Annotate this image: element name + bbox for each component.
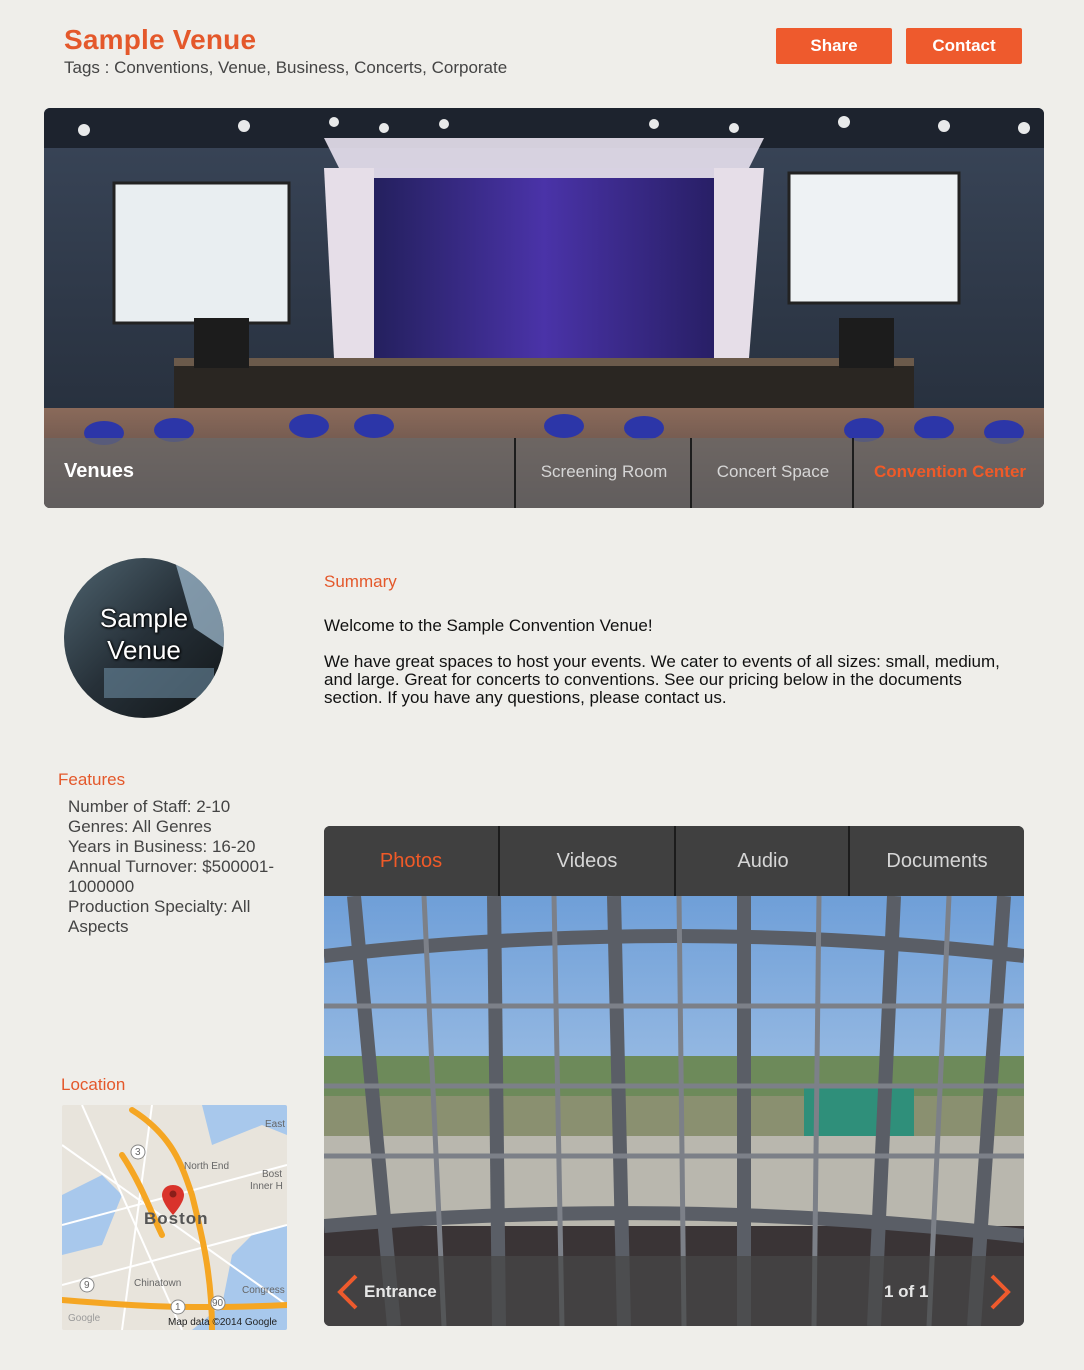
tab-videos[interactable]: Videos	[498, 826, 674, 896]
map-city-label: Boston	[144, 1209, 209, 1228]
tab-audio[interactable]: Audio	[674, 826, 850, 896]
map-route-label: 3	[135, 1147, 141, 1158]
photo-counter: 1 of 1	[884, 1282, 929, 1301]
venue-avatar: Sample Venue	[64, 558, 224, 718]
feature-item: Production Specialty: All Aspects	[68, 897, 251, 936]
map-route-label: 90	[212, 1298, 224, 1309]
features-list: Number of Staff: 2-10 Genres: All Genres…	[68, 797, 296, 937]
map-label: Bost	[262, 1169, 283, 1180]
share-button[interactable]: Share	[776, 28, 892, 64]
feature-item: Number of Staff: 2-10	[68, 797, 231, 816]
media-tabs: Photos Videos Audio Documents	[324, 826, 1024, 896]
hero-banner: Venues Screening Room Concert Space Conv…	[44, 108, 1044, 508]
avatar-text-line2: Venue	[107, 635, 181, 665]
summary-heading: Summary	[324, 572, 397, 591]
location-heading: Location	[61, 1075, 126, 1094]
tab-documents[interactable]: Documents	[848, 826, 1024, 896]
venue-tags: Tags : Conventions, Venue, Business, Con…	[64, 58, 508, 77]
map-label: Congress	[242, 1285, 285, 1296]
chevron-left-icon[interactable]	[334, 1272, 360, 1312]
photo-viewer[interactable]: Entrance 1 of 1	[324, 895, 1024, 1326]
features-heading: Features	[58, 770, 126, 789]
avatar-text: Sample Venue	[64, 602, 224, 666]
summary-body: We have great spaces to host your events…	[324, 652, 1000, 707]
media-panel: Photos Videos Audio Documents Entrance 1…	[324, 826, 1024, 1326]
feature-item: Annual Turnover: $500001-1000000	[68, 857, 275, 896]
location-map[interactable]: 3 1 9 90 East North End Bost Inner H Chi…	[62, 1105, 287, 1330]
summary-intro: Welcome to the Sample Convention Venue!	[324, 616, 653, 635]
venues-label: Venues	[64, 460, 135, 482]
map-label: North End	[184, 1161, 230, 1172]
contact-button[interactable]: Contact	[906, 28, 1022, 64]
map-label: East	[265, 1119, 286, 1130]
tab-concert-space[interactable]: Concert Space	[690, 438, 854, 508]
map-label: Inner H	[250, 1181, 283, 1192]
tab-convention-center[interactable]: Convention Center	[852, 438, 1044, 508]
map-google-logo: Google	[68, 1313, 101, 1324]
map-attribution: Map data ©2014 Google	[168, 1317, 278, 1328]
chevron-right-icon[interactable]	[988, 1272, 1014, 1312]
venue-tabs-bar: Venues Screening Room Concert Space Conv…	[44, 438, 1044, 508]
map-label: Chinatown	[134, 1278, 182, 1289]
tab-screening-room[interactable]: Screening Room	[514, 438, 692, 508]
photo-caption: Entrance	[364, 1282, 437, 1301]
feature-item: Years in Business: 16-20	[68, 837, 256, 856]
venue-title: Sample Venue	[64, 24, 257, 55]
map-route-label: 1	[175, 1302, 181, 1313]
avatar-text-line1: Sample	[99, 603, 189, 633]
map-route-label: 9	[84, 1280, 90, 1291]
feature-item: Genres: All Genres	[68, 817, 212, 836]
photo-caption-bar: Entrance 1 of 1	[324, 1256, 1024, 1326]
tab-photos[interactable]: Photos	[324, 826, 498, 896]
